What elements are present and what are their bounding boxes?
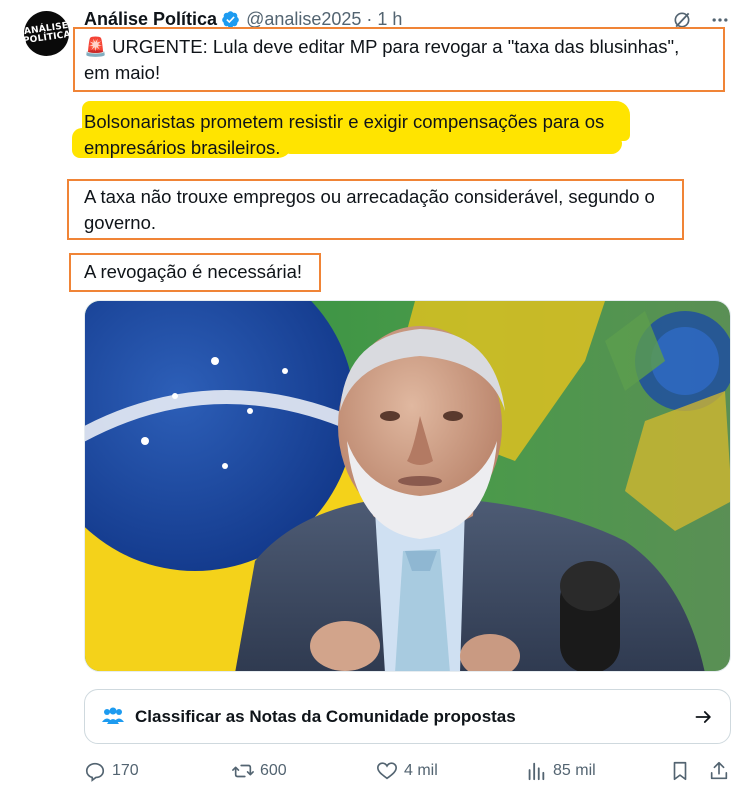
verified-badge-icon [222, 10, 239, 28]
community-notes-icon [102, 707, 124, 724]
post-paragraph-4: A revogação é necessária! [84, 261, 303, 282]
avatar[interactable]: ANÁLISE POLÍTICA [22, 11, 71, 56]
post-image[interactable] [84, 300, 731, 672]
views-count: 85 mil [553, 762, 596, 779]
views-button[interactable]: 85 mil [525, 760, 596, 782]
repost-count: 600 [260, 762, 287, 779]
like-button[interactable]: 4 mil [376, 760, 438, 782]
arrow-right-icon [695, 710, 711, 723]
community-notes-button[interactable]: Classificar as Notas da Comunidade propo… [84, 689, 731, 744]
share-icon [710, 761, 728, 780]
repost-button[interactable]: 600 [232, 760, 287, 782]
post-paragraph-1: 🚨 URGENTE: Lula deve editar MP para revo… [84, 36, 680, 83]
reply-button[interactable]: 170 [84, 760, 139, 782]
actions-bar: 170 600 4 mil 85 mil [84, 760, 732, 786]
like-icon [377, 762, 397, 780]
post-paragraph-2: Bolsonaristas prometem resistir e exigir… [84, 111, 605, 158]
post-paragraph-3: A taxa não trouxe empregos ou arrecadaçã… [84, 186, 655, 233]
bookmark-icon [673, 761, 687, 781]
repost-icon [232, 764, 254, 778]
views-icon [528, 762, 545, 781]
share-button[interactable] [708, 760, 730, 782]
community-notes-label: Classificar as Notas da Comunidade propo… [135, 706, 516, 726]
reply-count: 170 [112, 762, 139, 779]
bookmark-button[interactable] [669, 760, 691, 782]
like-count: 4 mil [404, 762, 438, 779]
reply-icon [85, 762, 105, 782]
